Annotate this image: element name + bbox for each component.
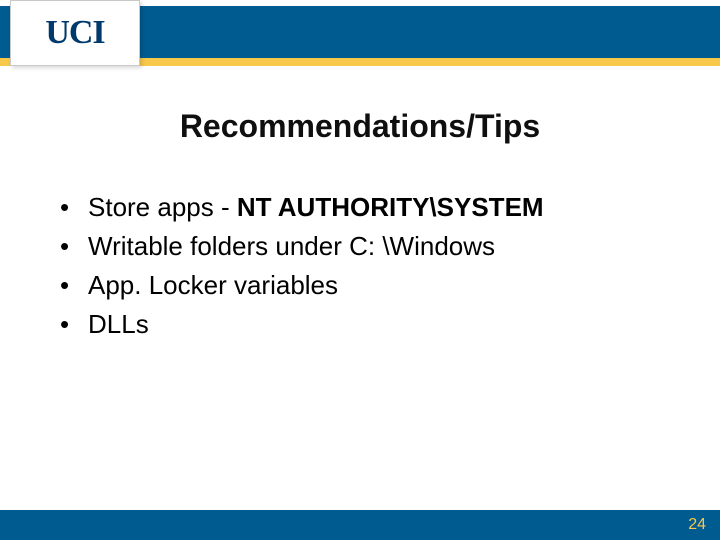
- bullet-icon: •: [60, 229, 88, 264]
- logo-plate: UCI: [10, 0, 140, 66]
- bullet-icon: •: [60, 268, 88, 303]
- bullet-icon: •: [60, 190, 88, 225]
- bullet-text: Store apps - NT AUTHORITY\SYSTEM: [88, 190, 544, 225]
- bullet-icon: •: [60, 307, 88, 342]
- list-item: • Store apps - NT AUTHORITY\SYSTEM: [60, 190, 680, 225]
- bullet-bold: NT AUTHORITY\SYSTEM: [237, 192, 544, 222]
- bullet-text: Writable folders under C: \Windows: [88, 229, 495, 264]
- page-number: 24: [688, 516, 706, 534]
- header: UCI: [0, 0, 720, 72]
- bullet-text: DLLs: [88, 307, 149, 342]
- slide-title: Recommendations/Tips: [0, 108, 720, 145]
- list-item: • App. Locker variables: [60, 268, 680, 303]
- logo-text: UCI: [45, 14, 104, 52]
- list-item: • DLLs: [60, 307, 680, 342]
- slide: UCI Recommendations/Tips • Store apps - …: [0, 0, 720, 540]
- list-item: • Writable folders under C: \Windows: [60, 229, 680, 264]
- footer-bar: 24: [0, 510, 720, 540]
- bullet-text: App. Locker variables: [88, 268, 338, 303]
- bullet-list: • Store apps - NT AUTHORITY\SYSTEM • Wri…: [60, 190, 680, 346]
- bullet-prefix: Store apps -: [88, 192, 237, 222]
